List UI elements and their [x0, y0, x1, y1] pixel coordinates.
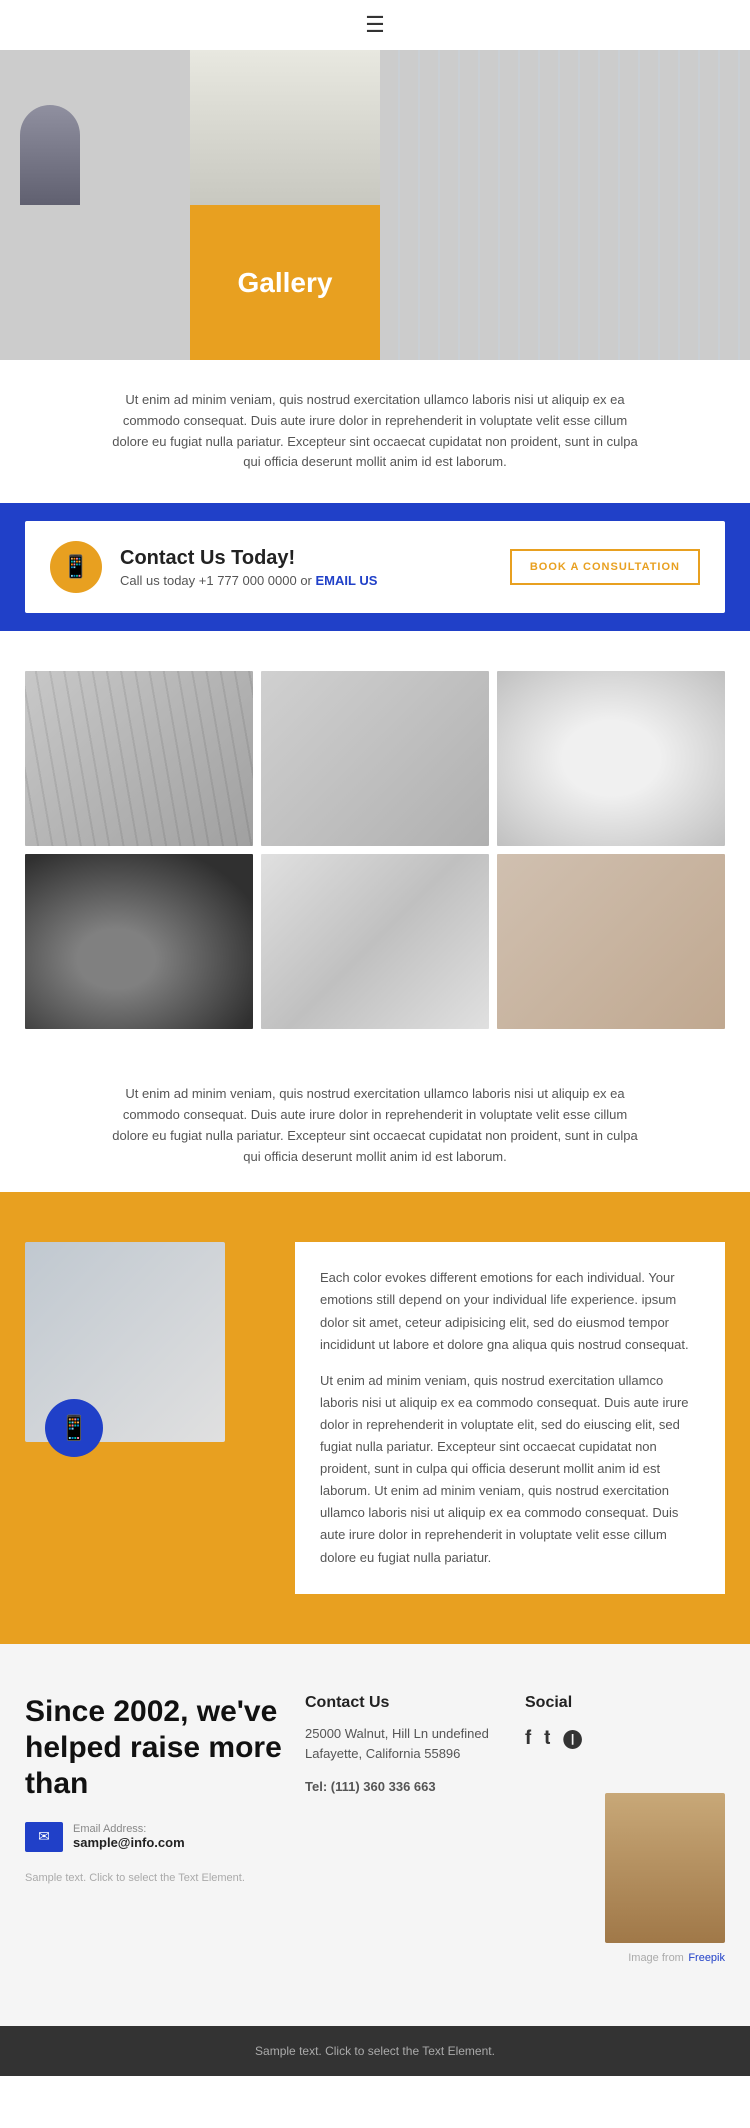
- arch-text-content: Ut enim ad minim veniam, quis nostrud ex…: [110, 1084, 640, 1167]
- gallery-photo-2: [190, 50, 380, 205]
- yellow-section: 📱 Each color evokes different emotions f…: [0, 1192, 750, 1643]
- gallery-photo-4: [0, 205, 190, 360]
- arch-grid: [25, 671, 725, 1029]
- contact-address: 25000 Walnut, Hill Ln undefined Lafayett…: [305, 1724, 505, 1766]
- twitter-icon[interactable]: 𝐭: [544, 1727, 551, 1750]
- image-from-text: Image from: [628, 1952, 684, 1964]
- arch-photo-1: [25, 671, 253, 846]
- footer-email-row: ✉ Email Address: sample@info.com: [25, 1822, 285, 1852]
- book-consultation-button[interactable]: BOOK A CONSULTATION: [510, 549, 700, 585]
- instagram-icon[interactable]: 🅘: [563, 1724, 583, 1753]
- footer-sample-text-1: Sample text. Click to select the Text El…: [25, 1872, 285, 1884]
- yellow-phone-circle: 📱: [45, 1399, 103, 1457]
- header: ☰: [0, 0, 750, 50]
- email-value: sample@info.com: [73, 1835, 185, 1850]
- gallery-label: Gallery: [190, 205, 380, 360]
- contact-email-link[interactable]: EMAIL US: [316, 573, 378, 588]
- arch-text: Ut enim ad minim veniam, quis nostrud ex…: [0, 1059, 750, 1192]
- email-icon-box: ✉: [25, 1822, 63, 1852]
- arch-photo-5: [261, 854, 489, 1029]
- contact-phone-circle: 📱: [50, 541, 102, 593]
- contact-phone: Tel: (111) 360 336 663: [305, 1777, 505, 1798]
- arch-gallery: [0, 631, 750, 1059]
- yellow-para-1: Each color evokes different emotions for…: [320, 1267, 700, 1355]
- contact-banner: 📱 Contact Us Today! Call us today +1 777…: [0, 503, 750, 631]
- bottom-bar: Sample text. Click to select the Text El…: [0, 2026, 750, 2076]
- arch-photo-2: [261, 671, 489, 846]
- gallery-photo-3: [380, 50, 750, 360]
- email-label: Email Address:: [73, 1823, 185, 1835]
- footer-heading: Since 2002, we've helped raise more than: [25, 1694, 285, 1802]
- footer-section: Since 2002, we've helped raise more than…: [0, 1644, 750, 2026]
- gallery-section: Gallery: [0, 50, 750, 360]
- bottom-bar-text: Sample text. Click to select the Text El…: [255, 2044, 495, 2058]
- yellow-right: Each color evokes different emotions for…: [295, 1242, 725, 1593]
- person-preview-image: [605, 1793, 725, 1943]
- footer-columns: Since 2002, we've helped raise more than…: [25, 1694, 725, 1966]
- contact-inner: 📱 Contact Us Today! Call us today +1 777…: [25, 521, 725, 613]
- gallery-label-text: Gallery: [238, 267, 333, 299]
- email-info: Email Address: sample@info.com: [73, 1823, 185, 1850]
- social-col-title: Social: [525, 1694, 725, 1712]
- footer-col-contact: Contact Us 25000 Walnut, Hill Ln undefin…: [305, 1694, 505, 1966]
- email-icon: ✉: [38, 1828, 50, 1845]
- footer-col-about: Since 2002, we've helped raise more than…: [25, 1694, 285, 1966]
- arch-photo-6: [497, 854, 725, 1029]
- contact-text: Contact Us Today! Call us today +1 777 0…: [120, 547, 377, 588]
- yellow-para-2: Ut enim ad minim veniam, quis nostrud ex…: [320, 1370, 700, 1569]
- yellow-phone-icon: 📱: [59, 1414, 89, 1443]
- footer-col-social: Social 𝐟 𝐭 🅘 Image from Freepik: [525, 1694, 725, 1966]
- facebook-icon[interactable]: 𝐟: [525, 1727, 532, 1750]
- arch-photo-3: [497, 671, 725, 846]
- yellow-left: 📱: [25, 1242, 265, 1442]
- contact-title: Contact Us Today!: [120, 547, 377, 570]
- body-text-1-content: Ut enim ad minim veniam, quis nostrud ex…: [110, 390, 640, 473]
- gallery-photo-1: [0, 50, 190, 205]
- contact-phone-icon: 📱: [62, 554, 89, 580]
- image-caption: Image from Freepik: [525, 1948, 725, 1966]
- menu-icon[interactable]: ☰: [365, 12, 385, 38]
- body-text-1: Ut enim ad minim veniam, quis nostrud ex…: [0, 360, 750, 503]
- freepik-link[interactable]: Freepik: [688, 1952, 725, 1964]
- contact-col-title: Contact Us: [305, 1694, 505, 1712]
- arch-photo-4: [25, 854, 253, 1029]
- contact-subtitle: Call us today +1 777 000 0000 or EMAIL U…: [120, 573, 377, 588]
- contact-left: 📱 Contact Us Today! Call us today +1 777…: [50, 541, 377, 593]
- social-icons: 𝐟 𝐭 🅘: [525, 1724, 725, 1753]
- gallery-grid: Gallery: [0, 50, 750, 360]
